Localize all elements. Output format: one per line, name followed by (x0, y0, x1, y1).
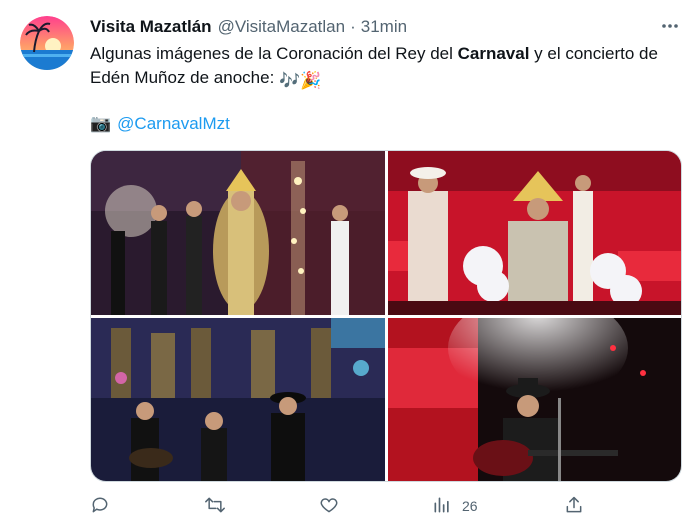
display-name[interactable]: Visita Mazatlán (90, 17, 212, 37)
photo-king-throne[interactable] (388, 151, 681, 315)
share-icon (564, 495, 584, 518)
photo-coronation-dancers[interactable] (91, 151, 385, 315)
retweet-icon (204, 495, 226, 518)
user-handle[interactable]: @VisitaMazatlan (218, 17, 346, 37)
media-grid (90, 150, 682, 482)
reply-button[interactable] (90, 494, 120, 518)
avatar[interactable] (20, 16, 74, 70)
action-bar: 26 (90, 494, 685, 518)
tweet[interactable]: Visita Mazatlán @VisitaMazatlan · 31min … (0, 0, 700, 520)
tweet-text-bold: Carnaval (457, 44, 530, 63)
mention-link[interactable]: @CarnavalMzt (117, 112, 230, 136)
retweet-button[interactable] (204, 494, 236, 518)
views-count: 26 (462, 498, 478, 514)
views-button[interactable]: 26 (432, 494, 478, 518)
reply-icon (90, 495, 110, 518)
share-button[interactable] (564, 494, 584, 518)
separator-dot: · (350, 17, 356, 36)
tweet-header: Visita Mazatlán @VisitaMazatlan · 31min (90, 16, 407, 38)
photo-singer-guitar[interactable] (388, 318, 681, 481)
tweet-text-part1: Algunas imágenes de la Coronación del Re… (90, 44, 458, 63)
photo-band-stage[interactable] (91, 318, 385, 481)
camera-emoji: 📷 (90, 114, 112, 133)
tweet-text: Algunas imágenes de la Coronación del Re… (90, 42, 685, 93)
like-button[interactable] (319, 494, 349, 518)
views-chart-icon (432, 495, 452, 518)
music-party-emoji: 🎶🎉 (279, 71, 322, 90)
mention-line: 📷 @CarnavalMzt (90, 112, 230, 136)
timestamp[interactable]: 31min (361, 17, 407, 37)
heart-icon (319, 495, 339, 518)
more-options-icon[interactable] (658, 14, 682, 38)
